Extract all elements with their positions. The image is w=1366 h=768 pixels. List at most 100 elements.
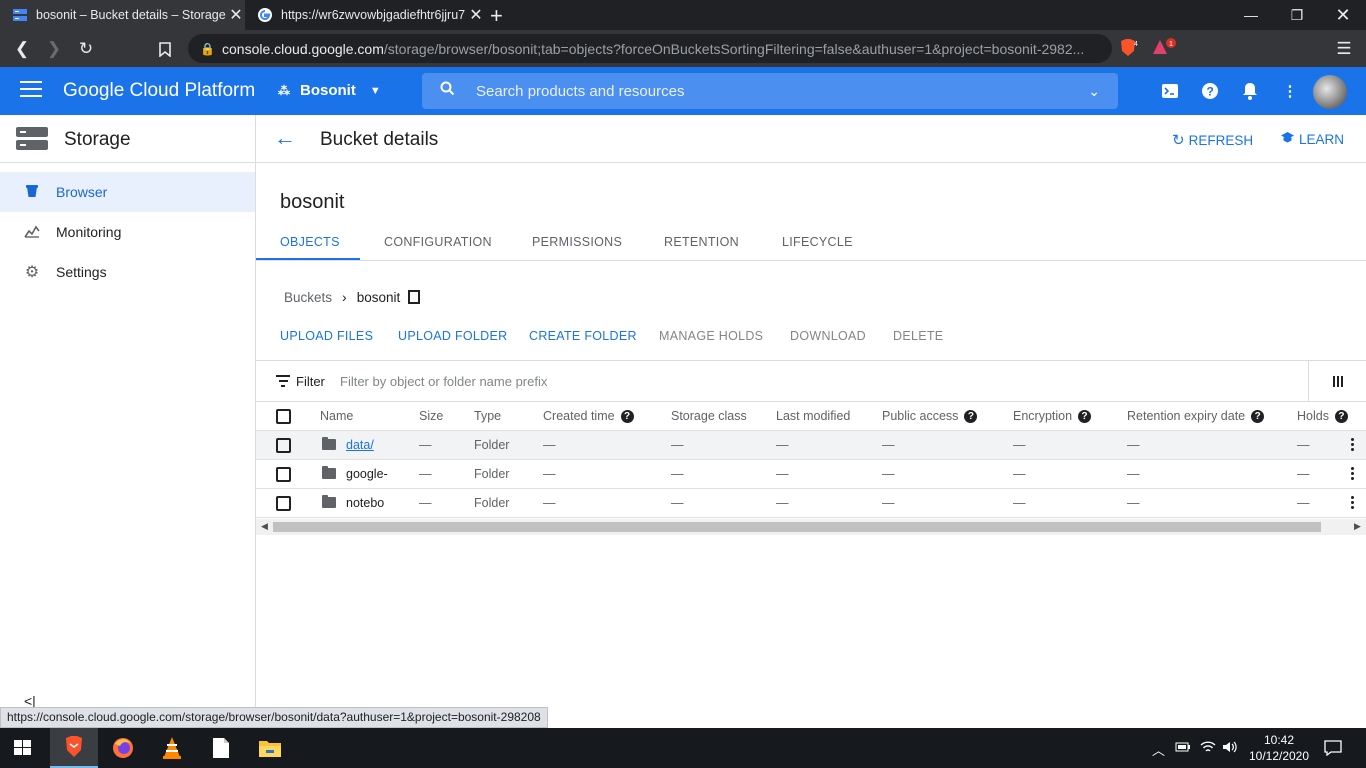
bookmark-icon[interactable] bbox=[153, 37, 177, 61]
copy-icon[interactable] bbox=[408, 290, 421, 304]
browser-tab-storage[interactable]: bosonit – Bucket details – Storage ✕ bbox=[0, 0, 245, 30]
file-icon[interactable] bbox=[197, 728, 245, 768]
help-icon[interactable]: ? bbox=[1200, 81, 1220, 101]
reload-icon[interactable]: ↻ bbox=[74, 37, 98, 61]
new-tab-icon[interactable]: + bbox=[490, 3, 503, 29]
download-button[interactable]: DOWNLOAD bbox=[790, 329, 866, 343]
col-created[interactable]: Created time? bbox=[543, 409, 634, 423]
windows-start-icon[interactable] bbox=[14, 740, 32, 756]
breadcrumb-buckets[interactable]: Buckets bbox=[284, 290, 332, 305]
row-checkbox[interactable] bbox=[276, 438, 291, 453]
search-expand-icon[interactable]: ⌄ bbox=[1088, 83, 1100, 100]
brave-browser-icon[interactable] bbox=[50, 728, 98, 768]
tab-configuration[interactable]: CONFIGURATION bbox=[384, 235, 492, 249]
col-public-access[interactable]: Public access? bbox=[882, 409, 978, 423]
back-icon[interactable]: ❮ bbox=[10, 37, 34, 61]
sidebar-item-label: Settings bbox=[56, 264, 107, 280]
row-menu-icon[interactable] bbox=[1351, 496, 1355, 511]
col-retention[interactable]: Retention expiry date? bbox=[1127, 409, 1265, 423]
col-type[interactable]: Type bbox=[474, 409, 501, 423]
row-checkbox[interactable] bbox=[276, 496, 291, 511]
tray-chevron-icon[interactable]: ︿ bbox=[1152, 740, 1165, 759]
folder-icon bbox=[322, 466, 336, 479]
col-size[interactable]: Size bbox=[419, 409, 443, 423]
close-tab-icon[interactable]: ✕ bbox=[227, 5, 245, 25]
firefox-icon[interactable] bbox=[99, 728, 147, 768]
brave-rewards-icon[interactable]: 1 bbox=[1152, 38, 1176, 58]
refresh-button[interactable]: ↻ REFRESH bbox=[1172, 131, 1253, 149]
avatar[interactable] bbox=[1313, 75, 1347, 109]
delete-button[interactable]: DELETE bbox=[893, 329, 943, 343]
file-explorer-icon[interactable] bbox=[246, 728, 294, 768]
gcp-logo[interactable]: Google Cloud Platform bbox=[63, 80, 255, 102]
help-icon[interactable]: ? bbox=[1334, 409, 1348, 423]
create-folder-button[interactable]: CREATE FOLDER bbox=[529, 329, 637, 343]
col-holds[interactable]: Holds? bbox=[1297, 409, 1348, 423]
col-last-modified[interactable]: Last modified bbox=[776, 409, 850, 423]
scrollbar-thumb[interactable] bbox=[273, 522, 1321, 532]
tab-lifecycle[interactable]: LIFECYCLE bbox=[782, 235, 853, 249]
column-display-icon[interactable] bbox=[1308, 361, 1366, 401]
close-window-icon[interactable]: ✕ bbox=[1320, 0, 1366, 30]
google-favicon-icon bbox=[257, 7, 273, 23]
restore-icon[interactable]: ❐ bbox=[1274, 0, 1320, 30]
select-all-checkbox[interactable] bbox=[276, 409, 291, 424]
brave-shield-icon[interactable]: 4 bbox=[1118, 38, 1140, 58]
help-icon[interactable]: ? bbox=[964, 409, 978, 423]
project-selector[interactable]: ⁂ Bosonit ▼ bbox=[278, 82, 381, 99]
more-vert-icon[interactable]: ⋮ bbox=[1280, 81, 1300, 101]
object-name-link[interactable]: data/ bbox=[346, 438, 374, 452]
filter-input[interactable]: Filter by object or folder name prefix bbox=[340, 374, 547, 389]
wifi-icon[interactable] bbox=[1200, 740, 1216, 757]
scroll-left-icon[interactable]: ◀ bbox=[261, 521, 268, 532]
sidebar-item-monitoring[interactable]: Monitoring bbox=[0, 212, 255, 252]
main-menu-icon[interactable] bbox=[20, 81, 42, 102]
help-icon[interactable]: ? bbox=[620, 409, 634, 423]
upload-files-button[interactable]: UPLOAD FILES bbox=[280, 329, 373, 343]
table-row[interactable]: notebo — Folder — — — — — — — bbox=[256, 489, 1366, 518]
back-arrow-icon[interactable]: ← bbox=[274, 125, 296, 151]
help-icon[interactable]: ? bbox=[1078, 409, 1092, 423]
help-icon[interactable]: ? bbox=[1251, 409, 1265, 423]
notification-center-icon[interactable] bbox=[1324, 740, 1342, 759]
volume-icon[interactable] bbox=[1222, 740, 1238, 757]
row-checkbox[interactable] bbox=[276, 467, 291, 482]
forward-icon[interactable]: ❯ bbox=[42, 37, 66, 61]
tab-objects[interactable]: OBJECTS bbox=[280, 235, 340, 249]
bucket-icon bbox=[24, 184, 40, 201]
sidebar-item-settings[interactable]: ⚙ Settings bbox=[0, 252, 255, 292]
browser-menu-icon[interactable]: ☰ bbox=[1332, 37, 1356, 61]
close-tab-icon[interactable]: ✕ bbox=[467, 5, 485, 25]
col-storage-class[interactable]: Storage class bbox=[671, 409, 747, 423]
url-field[interactable]: 🔒 console.cloud.google.com/storage/brows… bbox=[188, 34, 1112, 63]
object-name-link[interactable]: notebo bbox=[346, 496, 384, 510]
notifications-icon[interactable] bbox=[1240, 81, 1260, 101]
col-name[interactable]: Name bbox=[320, 409, 353, 423]
manage-holds-button[interactable]: MANAGE HOLDS bbox=[659, 329, 763, 343]
tab-bar: OBJECTS CONFIGURATION PERMISSIONS RETENT… bbox=[256, 229, 1366, 261]
search-input[interactable]: Search products and resources bbox=[476, 83, 1088, 100]
vlc-icon[interactable] bbox=[148, 728, 196, 768]
table-row[interactable]: data/ — Folder — — — — — — — bbox=[256, 431, 1366, 460]
upload-folder-button[interactable]: UPLOAD FOLDER bbox=[398, 329, 507, 343]
filter-label[interactable]: Filter bbox=[296, 374, 325, 389]
col-encryption[interactable]: Encryption? bbox=[1013, 409, 1092, 423]
row-menu-icon[interactable] bbox=[1351, 467, 1355, 482]
tab-retention[interactable]: RETENTION bbox=[664, 235, 739, 249]
clock[interactable]: 10:42 10/12/2020 bbox=[1248, 732, 1310, 764]
table-row[interactable]: google- — Folder — — — — — — — bbox=[256, 460, 1366, 489]
cell-type: Folder bbox=[474, 496, 510, 510]
learn-button[interactable]: LEARN bbox=[1280, 131, 1344, 148]
address-bar: ❮ ❯ ↻ 🔒 console.cloud.google.com/storage… bbox=[0, 30, 1366, 67]
minimize-icon[interactable]: — bbox=[1228, 0, 1274, 30]
object-name-link[interactable]: google- bbox=[346, 467, 388, 481]
cloud-shell-icon[interactable] bbox=[1160, 81, 1180, 101]
search-bar[interactable]: Search products and resources ⌄ bbox=[422, 73, 1118, 109]
sidebar-item-browser[interactable]: Browser bbox=[0, 172, 255, 212]
row-menu-icon[interactable] bbox=[1351, 438, 1355, 453]
browser-tab-url[interactable]: https://wr6zwvowbjgadiefhtr6jjru7 ✕ bbox=[245, 0, 485, 30]
scroll-right-icon[interactable]: ▶ bbox=[1354, 521, 1361, 532]
tab-permissions[interactable]: PERMISSIONS bbox=[532, 235, 622, 249]
horizontal-scrollbar[interactable]: ◀ ▶ bbox=[256, 519, 1366, 535]
battery-icon[interactable] bbox=[1175, 740, 1191, 757]
